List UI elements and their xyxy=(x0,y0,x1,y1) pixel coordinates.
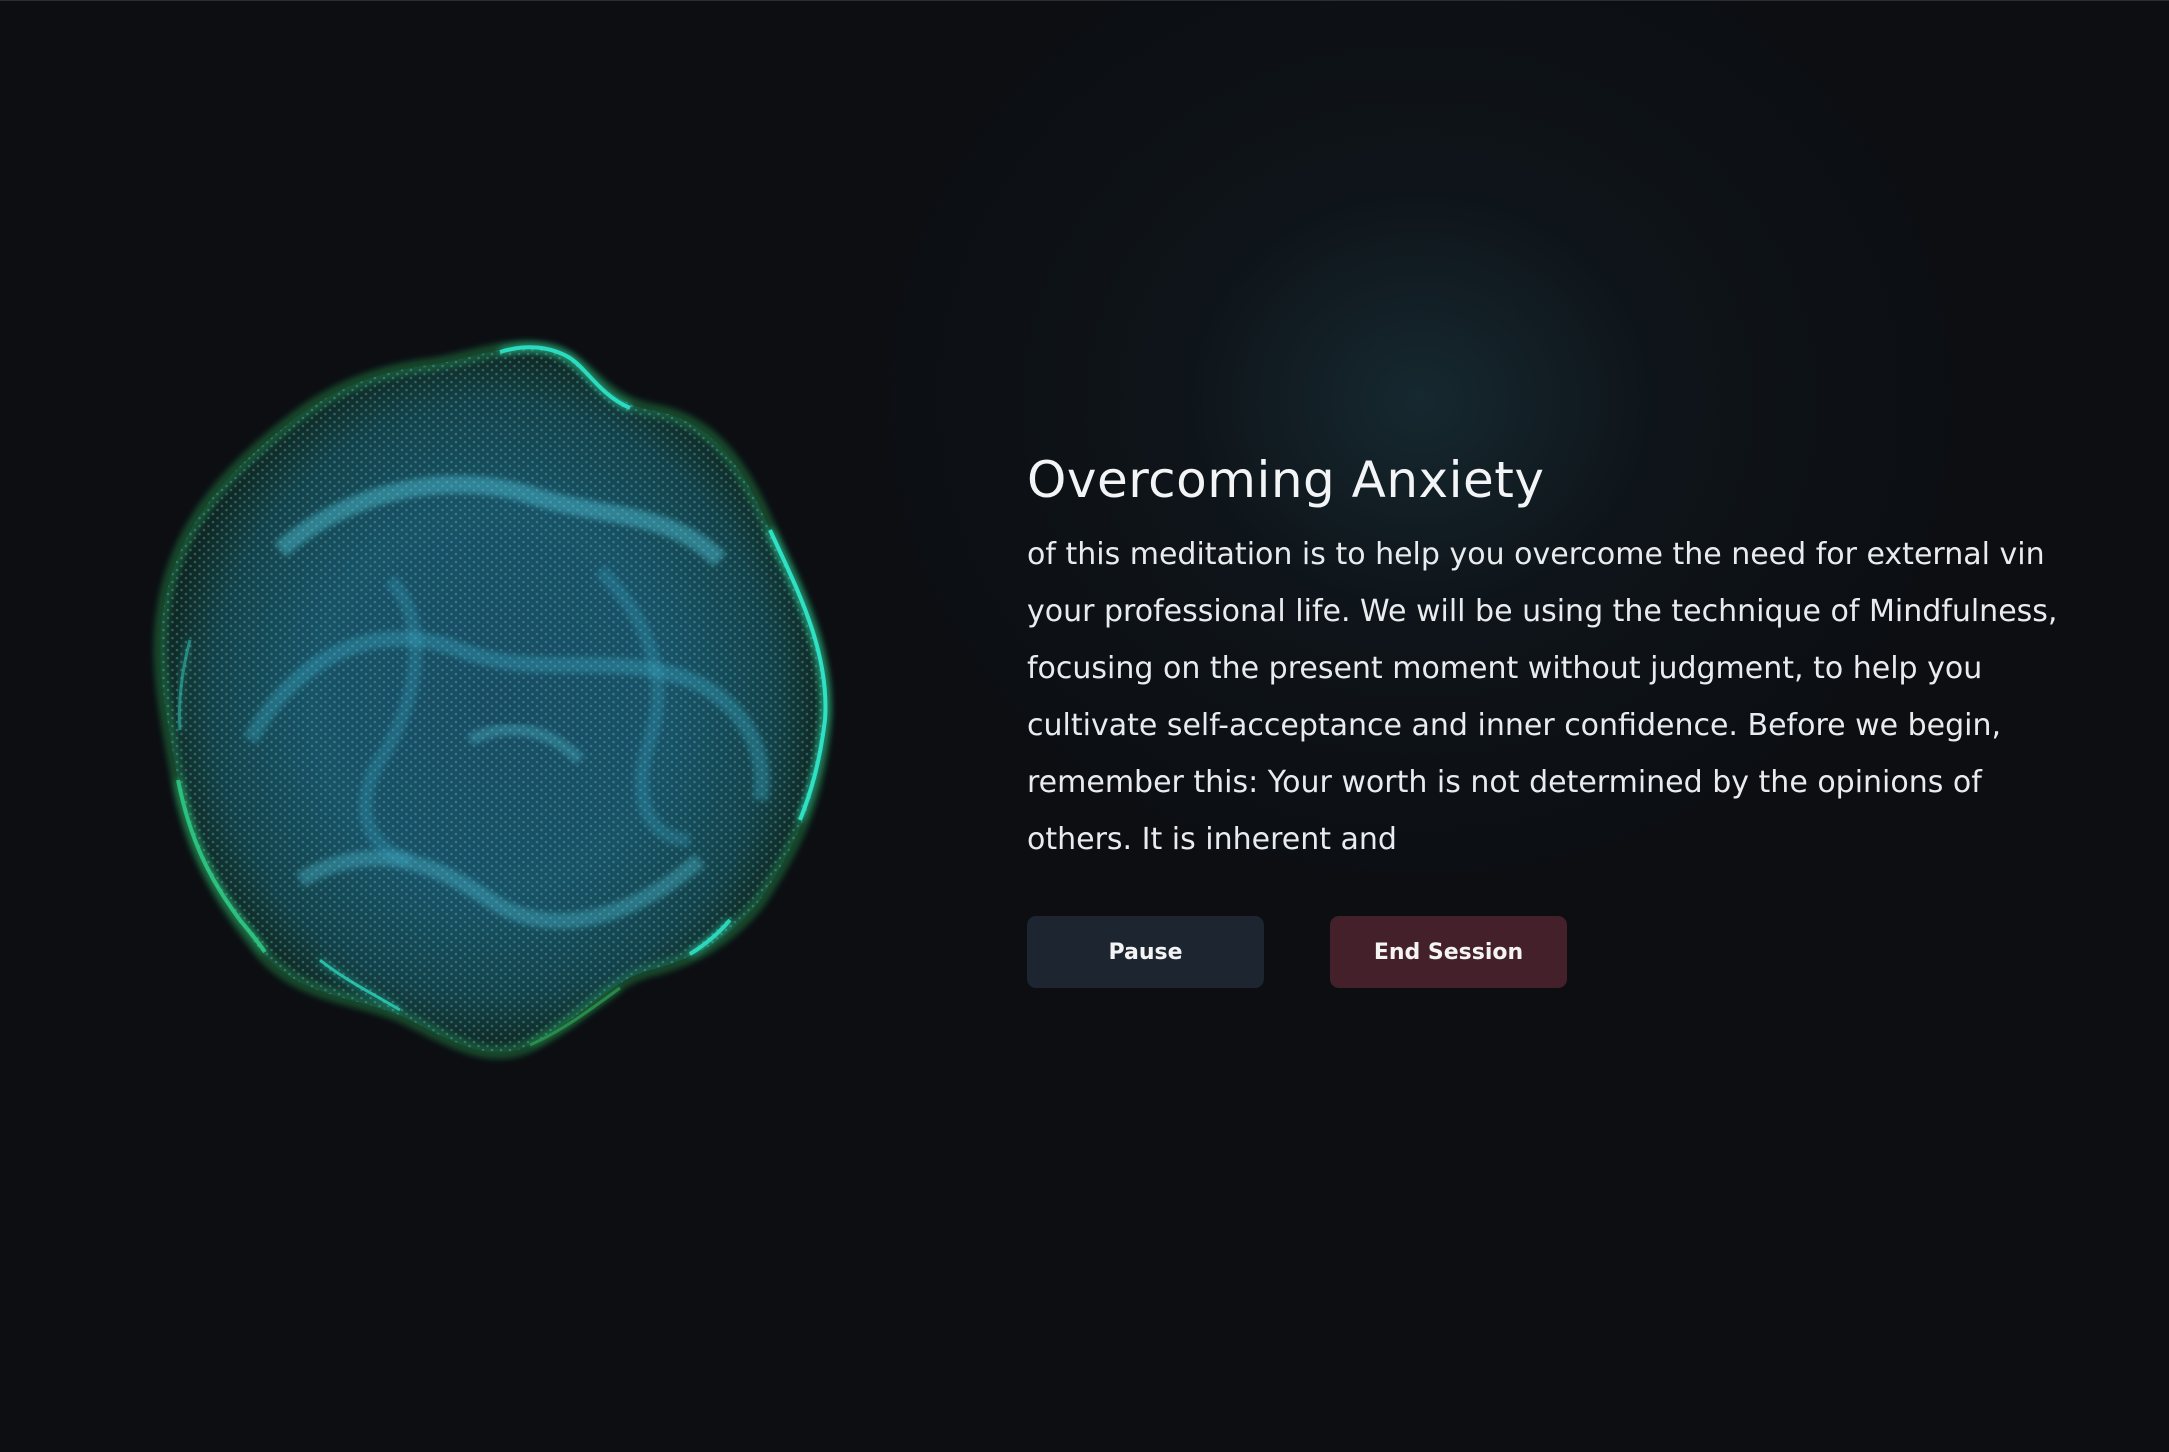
orb-icon xyxy=(153,340,833,1060)
session-controls: Pause End Session xyxy=(1027,916,2097,988)
session-transcript: of this meditation is to help you overco… xyxy=(1027,537,2058,857)
pause-button[interactable]: Pause xyxy=(1027,916,1264,988)
session-title: Overcoming Anxiety xyxy=(1027,451,1545,509)
top-border xyxy=(0,0,2169,1)
meditation-session-screen: Overcoming Anxiety of this meditation is… xyxy=(0,0,2169,1452)
breathing-orb-visualizer xyxy=(130,320,890,1080)
session-content: Overcoming Anxiety of this meditation is… xyxy=(1027,448,2097,988)
end-session-button[interactable]: End Session xyxy=(1330,916,1567,988)
